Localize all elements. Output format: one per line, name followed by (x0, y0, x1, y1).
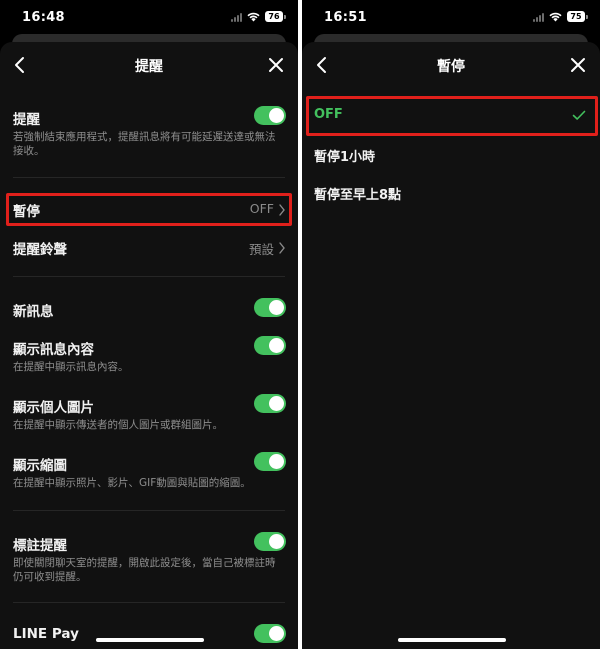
divider (13, 602, 285, 603)
chevron-right-icon (279, 242, 285, 254)
pause-options-sheet: 暫停 OFF 暫停1小時 暫停至早上8點 (302, 42, 600, 649)
nav-bar: 暫停 (302, 42, 600, 88)
show-profile-desc: 在提醒中顯示傳送者的個人圖片或群組圖片。 (13, 419, 223, 431)
status-bar: 16:51 75 (302, 0, 600, 36)
mention-toggle-icon[interactable] (254, 532, 286, 551)
new-message-title: 新訊息 (13, 304, 54, 320)
cellular-signal-icon (533, 12, 544, 22)
battery-icon: 76 (265, 11, 286, 22)
sound-title: 提醒鈴聲 (13, 242, 67, 258)
show-thumbnail-setting-row: 顯示縮圖 在提醒中顯示照片、影片、GIF動圖與貼圖的縮圖。 (0, 446, 298, 498)
battery-icon: 75 (567, 11, 588, 22)
option-label: 暫停1小時 (314, 150, 376, 165)
line-pay-toggle-icon[interactable] (254, 624, 286, 643)
pause-option-1-hour[interactable]: 暫停1小時 (302, 138, 600, 172)
show-content-setting-row: 顯示訊息內容 在提醒中顯示訊息內容。 (0, 330, 298, 382)
highlight-box (306, 96, 598, 136)
notification-title: 提醒 (13, 112, 40, 128)
line-pay-title: LINE Pay (13, 626, 79, 642)
divider (13, 276, 285, 277)
show-content-toggle-icon[interactable] (254, 336, 286, 355)
status-time: 16:51 (324, 10, 367, 25)
page-title: 提醒 (135, 59, 163, 75)
page-title: 暫停 (437, 59, 465, 75)
line-pay-setting-row: LINE Pay (0, 618, 298, 649)
highlight-box (6, 193, 292, 226)
show-thumbnail-toggle-icon[interactable] (254, 452, 286, 471)
battery-level: 75 (567, 11, 585, 22)
show-profile-title: 顯示個人圖片 (13, 400, 94, 416)
cellular-signal-icon (231, 12, 242, 22)
home-indicator[interactable] (96, 638, 204, 642)
right-phone-screen: 16:51 75 暫停 OFF 暫停1小時 暫停至早上8點 (302, 0, 600, 649)
show-profile-toggle-icon[interactable] (254, 394, 286, 413)
status-time: 16:48 (22, 10, 65, 25)
left-phone-screen: 16:48 76 提醒 提醒 若強制結束應用程式，提醒訊息將有可能延遲送達或無法… (0, 0, 298, 649)
show-thumbnail-title: 顯示縮圖 (13, 458, 67, 474)
show-thumbnail-desc: 在提醒中顯示照片、影片、GIF動圖與貼圖的縮圖。 (13, 477, 251, 489)
notification-setting-row: 提醒 若強制結束應用程式，提醒訊息將有可能延遲送達或無法接收。 (0, 100, 298, 160)
notification-toggle-icon[interactable] (254, 106, 286, 125)
show-content-title: 顯示訊息內容 (13, 342, 94, 358)
status-icons: 76 (231, 11, 286, 22)
battery-level: 76 (265, 11, 283, 22)
wifi-icon (247, 12, 260, 22)
status-bar: 16:48 76 (0, 0, 298, 36)
close-icon[interactable] (568, 55, 588, 75)
show-profile-setting-row: 顯示個人圖片 在提醒中顯示傳送者的個人圖片或群組圖片。 (0, 388, 298, 440)
home-indicator[interactable] (398, 638, 506, 642)
pause-option-until-8am[interactable]: 暫停至早上8點 (302, 176, 600, 210)
close-icon[interactable] (266, 55, 286, 75)
notification-settings-sheet: 提醒 提醒 若強制結束應用程式，提醒訊息將有可能延遲送達或無法接收。 暫停 OF… (0, 42, 298, 649)
notification-desc: 若強制結束應用程式，提醒訊息將有可能延遲送達或無法接收。 (13, 131, 276, 157)
sound-value: 預設 (248, 242, 274, 257)
nav-bar: 提醒 (0, 42, 298, 88)
new-message-toggle-icon[interactable] (254, 298, 286, 317)
divider (13, 177, 285, 178)
wifi-icon (549, 12, 562, 22)
option-label: 暫停至早上8點 (314, 188, 402, 203)
new-message-setting-row: 新訊息 (0, 292, 298, 326)
mention-setting-row: 標註提醒 即使關閉聊天室的提醒，開啟此設定後，當自己被標註時仍可收到提醒。 (0, 526, 298, 592)
status-icons: 75 (533, 11, 588, 22)
mention-desc: 即使關閉聊天室的提醒，開啟此設定後，當自己被標註時仍可收到提醒。 (13, 557, 276, 583)
show-content-desc: 在提醒中顯示訊息內容。 (13, 361, 129, 373)
sound-setting-row[interactable]: 提醒鈴聲 預設 (0, 230, 298, 264)
divider (13, 510, 285, 511)
mention-title: 標註提醒 (13, 538, 67, 554)
